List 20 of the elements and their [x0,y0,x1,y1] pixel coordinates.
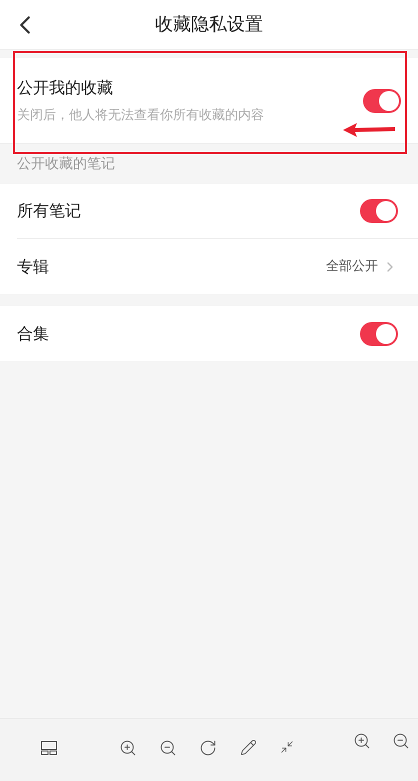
section-label: 公开收藏的笔记 [17,154,115,174]
setting-description: 关闭后，他人将无法查看你所有收藏的内容 [17,106,265,125]
setting-value[interactable]: 全部公开 [326,256,378,276]
pencil-icon[interactable] [240,739,257,756]
toggle-switch[interactable] [363,88,401,112]
page-title: 收藏隐私设置 [155,13,263,37]
zoom-out-icon[interactable] [159,739,177,757]
setting-label: 公开我的收藏 [17,76,114,99]
setting-label: 所有笔记 [17,200,82,222]
arrow-icon [343,123,395,137]
setting-label: 合集 [17,322,50,344]
toggle-switch[interactable] [360,322,398,346]
zoom-out-icon[interactable] [392,732,410,750]
collapse-icon[interactable] [280,740,294,754]
layout-icon[interactable] [41,741,57,755]
toggle-switch[interactable] [360,199,398,223]
rotate-icon[interactable] [199,739,217,757]
zoom-in-icon[interactable] [119,739,137,757]
zoom-in-icon[interactable] [353,732,371,750]
setting-label: 专辑 [17,256,50,278]
